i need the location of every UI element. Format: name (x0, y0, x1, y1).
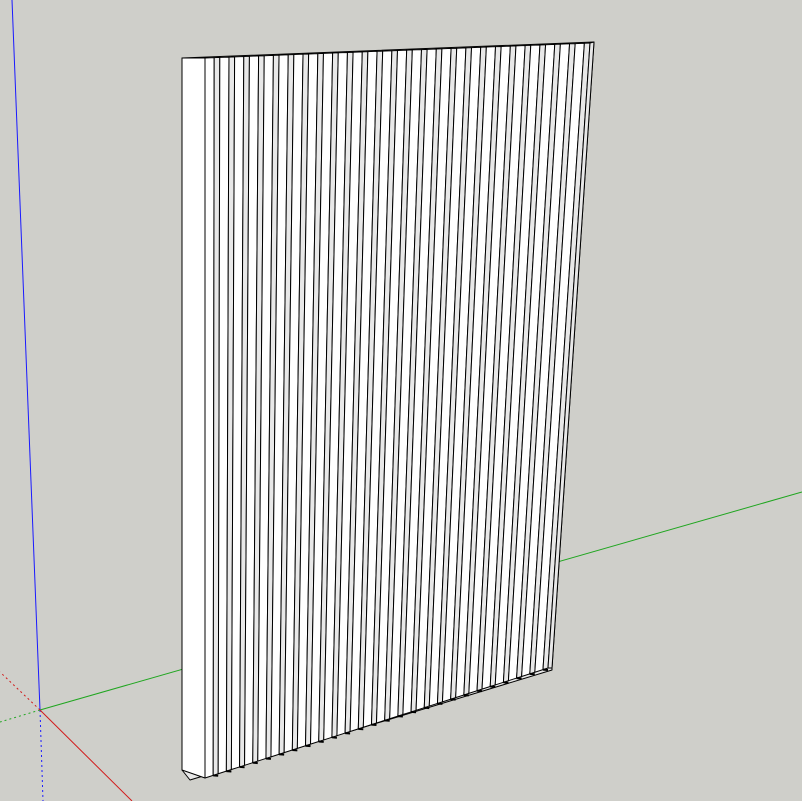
modeling-viewport[interactable] (0, 0, 802, 801)
blue-axis-line (11, 0, 41, 711)
left-end-face[interactable] (181, 57, 206, 779)
red-axis-line (39, 709, 133, 801)
blue-axis-negative-line (39, 709, 44, 801)
slatted-panel-model[interactable] (181, 41, 595, 781)
green-axis-negative-line (0, 709, 41, 723)
3d-scene[interactable] (0, 0, 802, 801)
slat-front-face[interactable] (204, 57, 215, 779)
red-axis-negative-line (0, 671, 41, 711)
